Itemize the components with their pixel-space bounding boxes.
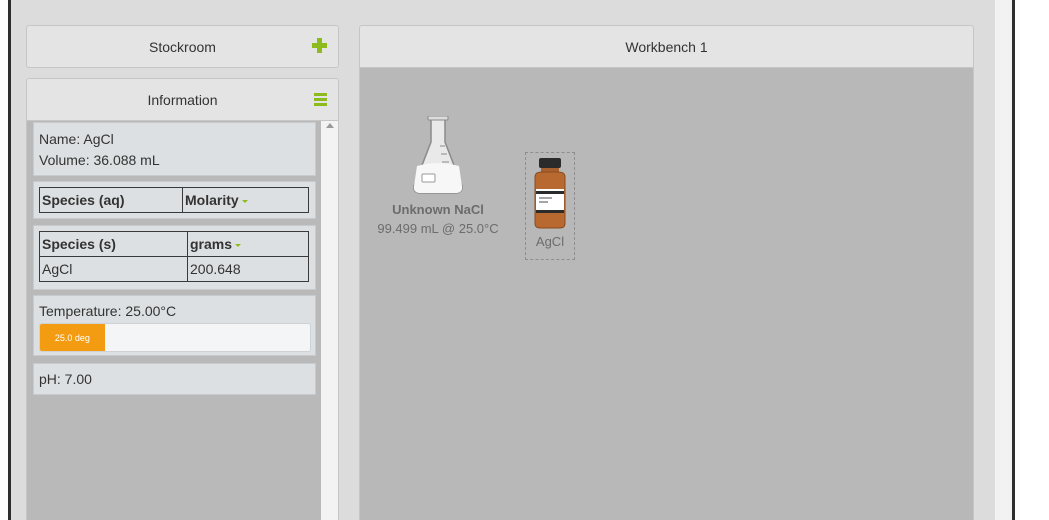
information-scrollbar[interactable] [321, 121, 339, 520]
scroll-up-arrow-icon[interactable] [326, 123, 334, 128]
stockroom-title: Stockroom [149, 38, 216, 55]
sort-caret-icon[interactable] [241, 199, 248, 203]
temperature-card: Temperature: 25.00°C 25.0 deg [33, 295, 316, 356]
information-header[interactable]: Information [26, 78, 339, 121]
solid-species-table: Species (s) grams AgCl 200.648 [39, 231, 309, 282]
grams-cell: 200.648 [187, 256, 309, 282]
bottle-name: AgCl [535, 234, 565, 249]
solid-species-card: Species (s) grams AgCl 200.648 [33, 225, 316, 290]
aqueous-species-table: Species (aq) Molarity [39, 187, 309, 213]
solution-summary-card: Name: AgCl Volume: 36.088 mL [33, 122, 316, 176]
flask-detail: 99.499 mL @ 25.0°C [377, 221, 499, 236]
menu-icon[interactable] [314, 93, 327, 106]
species-s-header: Species (s) [39, 231, 188, 257]
ph-card: pH: 7.00 [33, 363, 316, 395]
table-row: AgCl 200.648 [39, 256, 309, 282]
temperature-label: Temperature: 25.00°C [39, 303, 177, 319]
workbench-header[interactable]: Workbench 1 [359, 25, 974, 68]
flask-name: Unknown NaCl [392, 202, 484, 217]
ph-label: pH: 7.00 [39, 371, 92, 387]
aqueous-species-card: Species (aq) Molarity [33, 181, 316, 219]
bottle-item[interactable]: AgCl [525, 152, 575, 260]
grams-header[interactable]: grams [187, 231, 309, 257]
temperature-bar: 25.0 deg [39, 323, 311, 352]
solution-name: Name: AgCl [39, 131, 114, 147]
workbench-title: Workbench 1 [625, 38, 708, 55]
reagent-bottle-icon [534, 158, 566, 229]
flask-item[interactable]: Unknown NaCl 99.499 mL @ 25.0°C [373, 116, 503, 236]
species-aq-header: Species (aq) [39, 187, 183, 213]
molarity-header[interactable]: Molarity [182, 187, 309, 213]
erlenmeyer-flask-icon [413, 116, 463, 194]
temperature-bar-fill: 25.0 deg [40, 324, 105, 351]
page-scrollbar[interactable] [995, 0, 1012, 520]
species-cell: AgCl [39, 256, 188, 282]
information-title: Information [147, 91, 218, 108]
plus-icon[interactable] [312, 38, 327, 53]
sort-caret-icon[interactable] [235, 243, 242, 247]
stockroom-header[interactable]: Stockroom [26, 25, 339, 68]
solution-volume: Volume: 36.088 mL [39, 152, 160, 168]
